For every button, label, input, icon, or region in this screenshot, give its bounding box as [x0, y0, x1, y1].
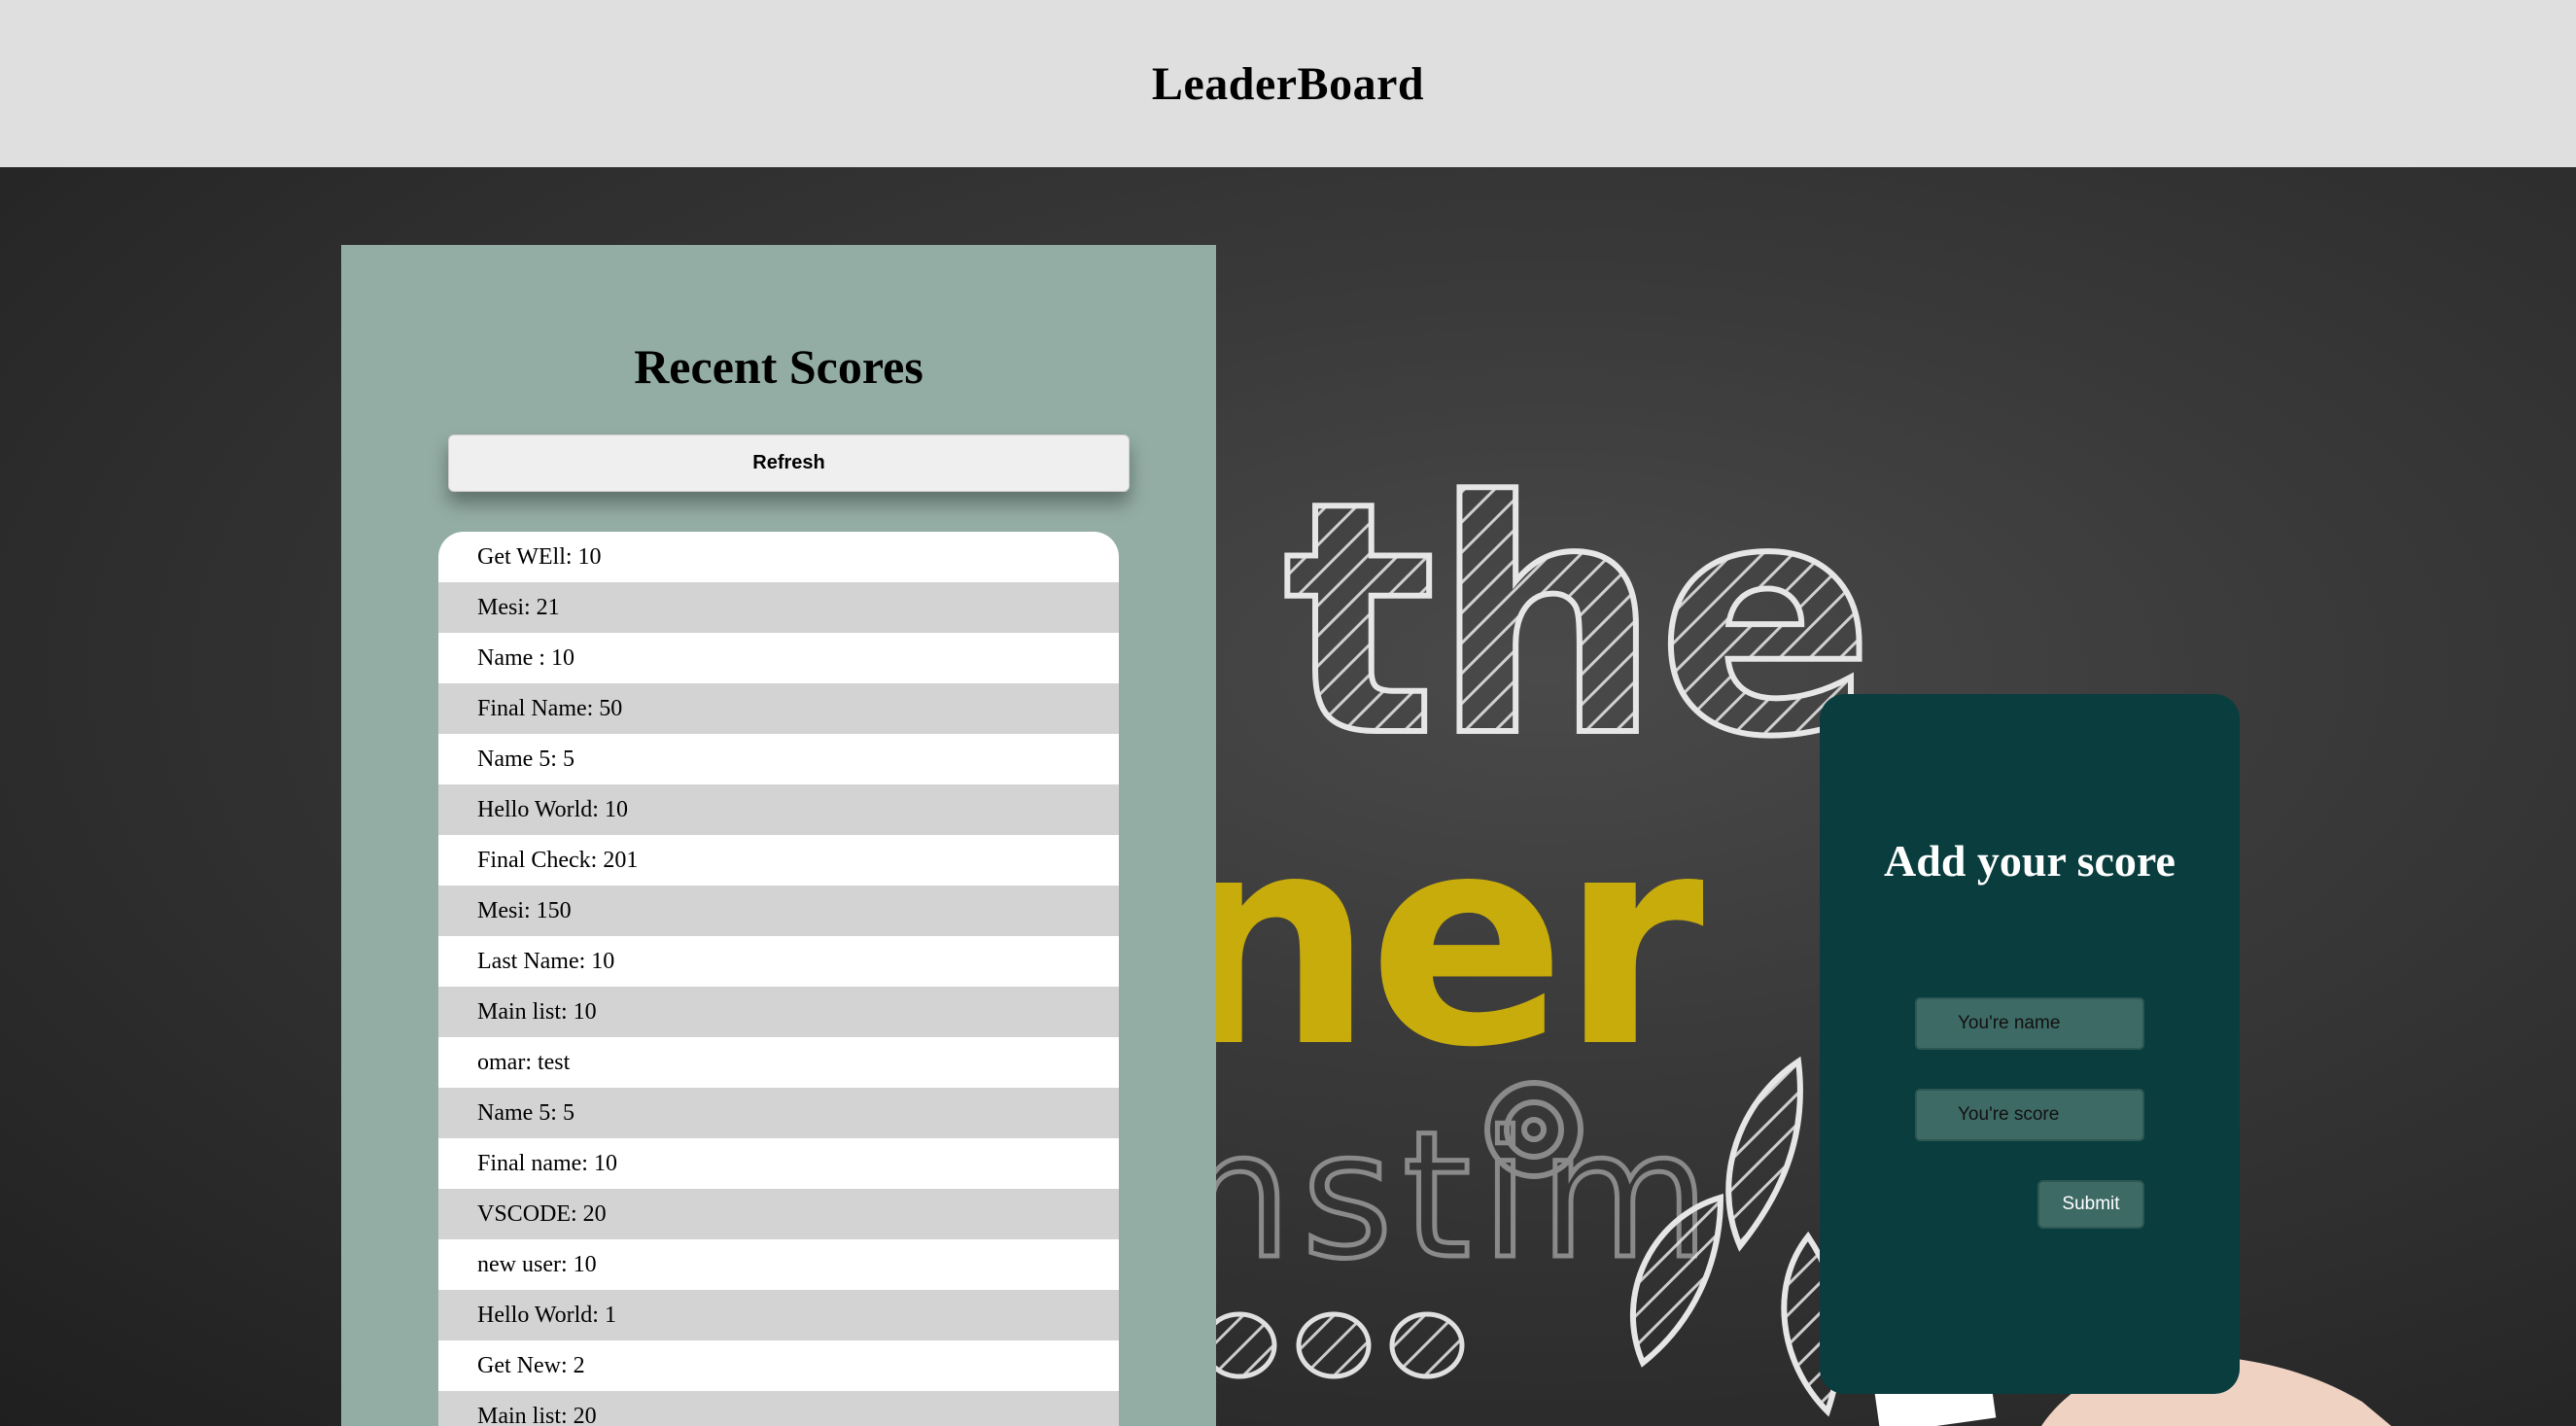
- add-score-panel: Add your score Submit: [1820, 694, 2240, 1394]
- score-list-item: VSCODE: 20: [438, 1189, 1119, 1239]
- page-header: LeaderBoard: [0, 0, 2576, 167]
- submit-button[interactable]: Submit: [2037, 1180, 2144, 1229]
- score-list-item: Main list: 10: [438, 987, 1119, 1037]
- chalk-dots: [1201, 1311, 1465, 1379]
- score-list-item: Main list: 20: [438, 1391, 1119, 1426]
- chalk-word-nstim: nstim: [1181, 1095, 1720, 1298]
- recent-scores-panel: Recent Scores Refresh Get WEll: 10 Mesi:…: [341, 245, 1216, 1426]
- score-list-item: Hello World: 1: [438, 1290, 1119, 1340]
- score-input[interactable]: [1915, 1089, 2144, 1141]
- score-list-item: Hello World: 10: [438, 784, 1119, 835]
- chalk-word-ner: ner: [1166, 772, 1706, 1111]
- score-list-item: Final Check: 201: [438, 835, 1119, 886]
- score-list-item: Mesi: 150: [438, 886, 1119, 936]
- score-list-item: Name 5: 5: [438, 1088, 1119, 1138]
- name-input[interactable]: [1915, 997, 2144, 1050]
- score-list[interactable]: Get WEll: 10 Mesi: 21 Name : 10 Final Na…: [438, 532, 1119, 1426]
- score-list-item: Mesi: 21: [438, 582, 1119, 633]
- score-list-item: Last Name: 10: [438, 936, 1119, 987]
- score-list-item: omar: test: [438, 1037, 1119, 1088]
- score-list-item: Final name: 10: [438, 1138, 1119, 1189]
- recent-scores-title: Recent Scores: [634, 339, 923, 394]
- score-list-item: Name 5: 5: [438, 734, 1119, 784]
- score-list-item: Name : 10: [438, 633, 1119, 683]
- score-list-item: new user: 10: [438, 1239, 1119, 1290]
- score-list-item: Final Name: 50: [438, 683, 1119, 734]
- refresh-button[interactable]: Refresh: [448, 435, 1130, 492]
- add-score-title: Add your score: [1884, 836, 2176, 886]
- page-title: LeaderBoard: [1151, 57, 1425, 110]
- score-list-item: Get WEll: 10: [438, 532, 1119, 582]
- score-list-item: Get New: 2: [438, 1340, 1119, 1391]
- chalk-word-the: the: [1283, 434, 1871, 807]
